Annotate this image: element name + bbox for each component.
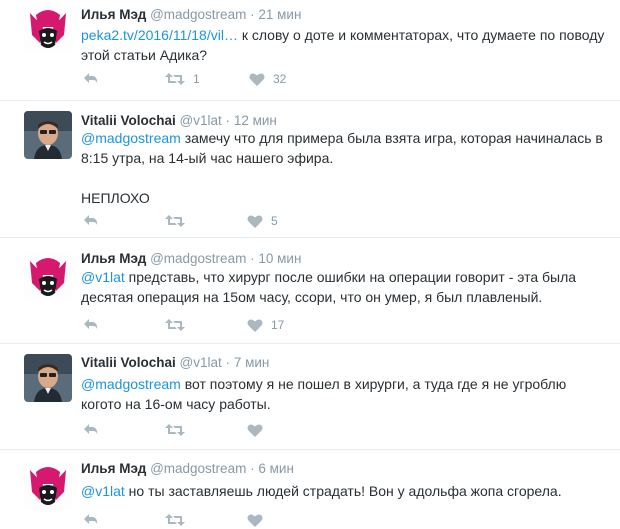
author-name[interactable]: Vitalii Volochai [81,113,176,128]
tweet-actions [81,511,381,529]
timestamp[interactable]: 10 мин [258,251,301,266]
retweet-icon [165,514,185,526]
tweet-text-content: но ты заставляешь людей страдать! Вон у … [124,483,562,499]
like-button[interactable] [247,511,271,529]
retweet-button[interactable] [165,316,193,334]
reply-icon [84,319,98,331]
like-count: 5 [271,214,278,228]
avatar[interactable] [24,253,72,301]
tweet-header: Илья Мэд @madgostream · 21 мин [81,6,301,24]
retweet-icon [165,424,185,436]
retweet-button[interactable]: 1 [165,70,200,88]
timestamp[interactable]: 6 мин [258,461,294,476]
separator-dot: · [250,7,255,22]
reply-button[interactable] [83,316,99,334]
tweet-header: Илья Мэд @madgostream · 10 мин [81,250,301,268]
reply-icon [84,73,98,85]
retweet-icon [165,215,185,227]
tweet-link[interactable]: peka2.tv/2016/11/18/vil… [81,27,238,43]
tweet-text-content: представь, что хирург после ошибки на оп… [81,269,577,305]
author-handle[interactable]: @madgostream [150,7,246,22]
retweet-icon [165,319,185,331]
timestamp[interactable]: 7 мин [234,355,270,370]
retweet-button[interactable] [165,212,193,230]
tweet-actions: 1 32 [81,70,381,88]
avatar[interactable] [24,354,72,402]
tweet: Илья Мэд @madgostream · 6 мин @v1lat но … [0,450,620,527]
timestamp[interactable]: 12 мин [234,113,277,128]
author-handle[interactable]: @v1lat [180,113,222,128]
separator-dot: · [250,461,255,476]
tweet-header: Vitalii Volochai @v1lat · 7 мин [81,354,269,372]
retweet-count: 1 [193,72,200,86]
like-count: 17 [271,318,285,332]
separator-dot: · [225,113,231,128]
reply-icon [84,514,98,526]
heart-icon [249,72,265,86]
reply-button[interactable] [83,421,99,439]
reply-icon [84,424,98,436]
tweet-text: peka2.tv/2016/11/18/vil… к слову о доте … [81,25,606,65]
like-count: 32 [273,72,287,86]
tweet: Vitalii Volochai @v1lat · 7 мин @madgost… [0,344,620,450]
like-button[interactable]: 17 [247,316,284,334]
reply-button[interactable] [83,70,99,88]
reply-button[interactable] [83,212,99,230]
mention-link[interactable]: @madgostream [81,376,181,392]
tweet-text: @madgostream вот поэтому я не пошел в хи… [81,374,606,414]
tweet-feed: Илья Мэд @madgostream · 21 мин peka2.tv/… [0,0,620,527]
heart-icon [247,513,263,527]
author-handle[interactable]: @madgostream [150,461,246,476]
like-button[interactable]: 32 [249,70,286,88]
retweet-button[interactable] [165,421,193,439]
mention-link[interactable]: @madgostream [81,130,181,146]
tweet-text: @madgostream замечу что для примера была… [81,128,606,208]
timestamp[interactable]: 21 мин [258,7,301,22]
avatar[interactable] [24,111,72,159]
author-name[interactable]: Vitalii Volochai [81,355,176,370]
mention-link[interactable]: @v1lat [81,483,125,499]
tweet: Vitalii Volochai @v1lat · 12 мин @madgos… [0,101,620,238]
author-name[interactable]: Илья Мэд [81,7,146,22]
author-name[interactable]: Илья Мэд [81,461,146,476]
heart-icon [247,423,263,437]
like-button[interactable] [247,421,271,439]
avatar[interactable] [24,5,72,53]
reply-button[interactable] [83,511,99,529]
author-name[interactable]: Илья Мэд [81,251,146,266]
separator-dot: · [250,251,255,266]
tweet: Илья Мэд @madgostream · 21 мин peka2.tv/… [0,0,620,101]
reply-icon [84,215,98,227]
author-handle[interactable]: @madgostream [150,251,246,266]
heart-icon [247,318,263,332]
retweet-icon [165,73,185,85]
tweet-actions: 5 [81,212,381,230]
avatar[interactable] [24,462,72,510]
mention-link[interactable]: @v1lat [81,269,125,285]
separator-dot: · [225,355,231,370]
author-handle[interactable]: @v1lat [180,355,222,370]
like-button[interactable]: 5 [247,212,278,230]
tweet-actions: 17 [81,316,381,334]
tweet-text-extra: НЕПЛОХО [81,190,150,206]
tweet-text: @v1lat представь, что хирург после ошибк… [81,267,606,307]
retweet-button[interactable] [165,511,193,529]
tweet: Илья Мэд @madgostream · 10 мин @v1lat пр… [0,238,620,344]
tweet-actions [81,421,381,439]
heart-icon [247,214,263,228]
tweet-header: Илья Мэд @madgostream · 6 мин [81,460,294,478]
tweet-text: @v1lat но ты заставляешь людей страдать!… [81,481,606,501]
